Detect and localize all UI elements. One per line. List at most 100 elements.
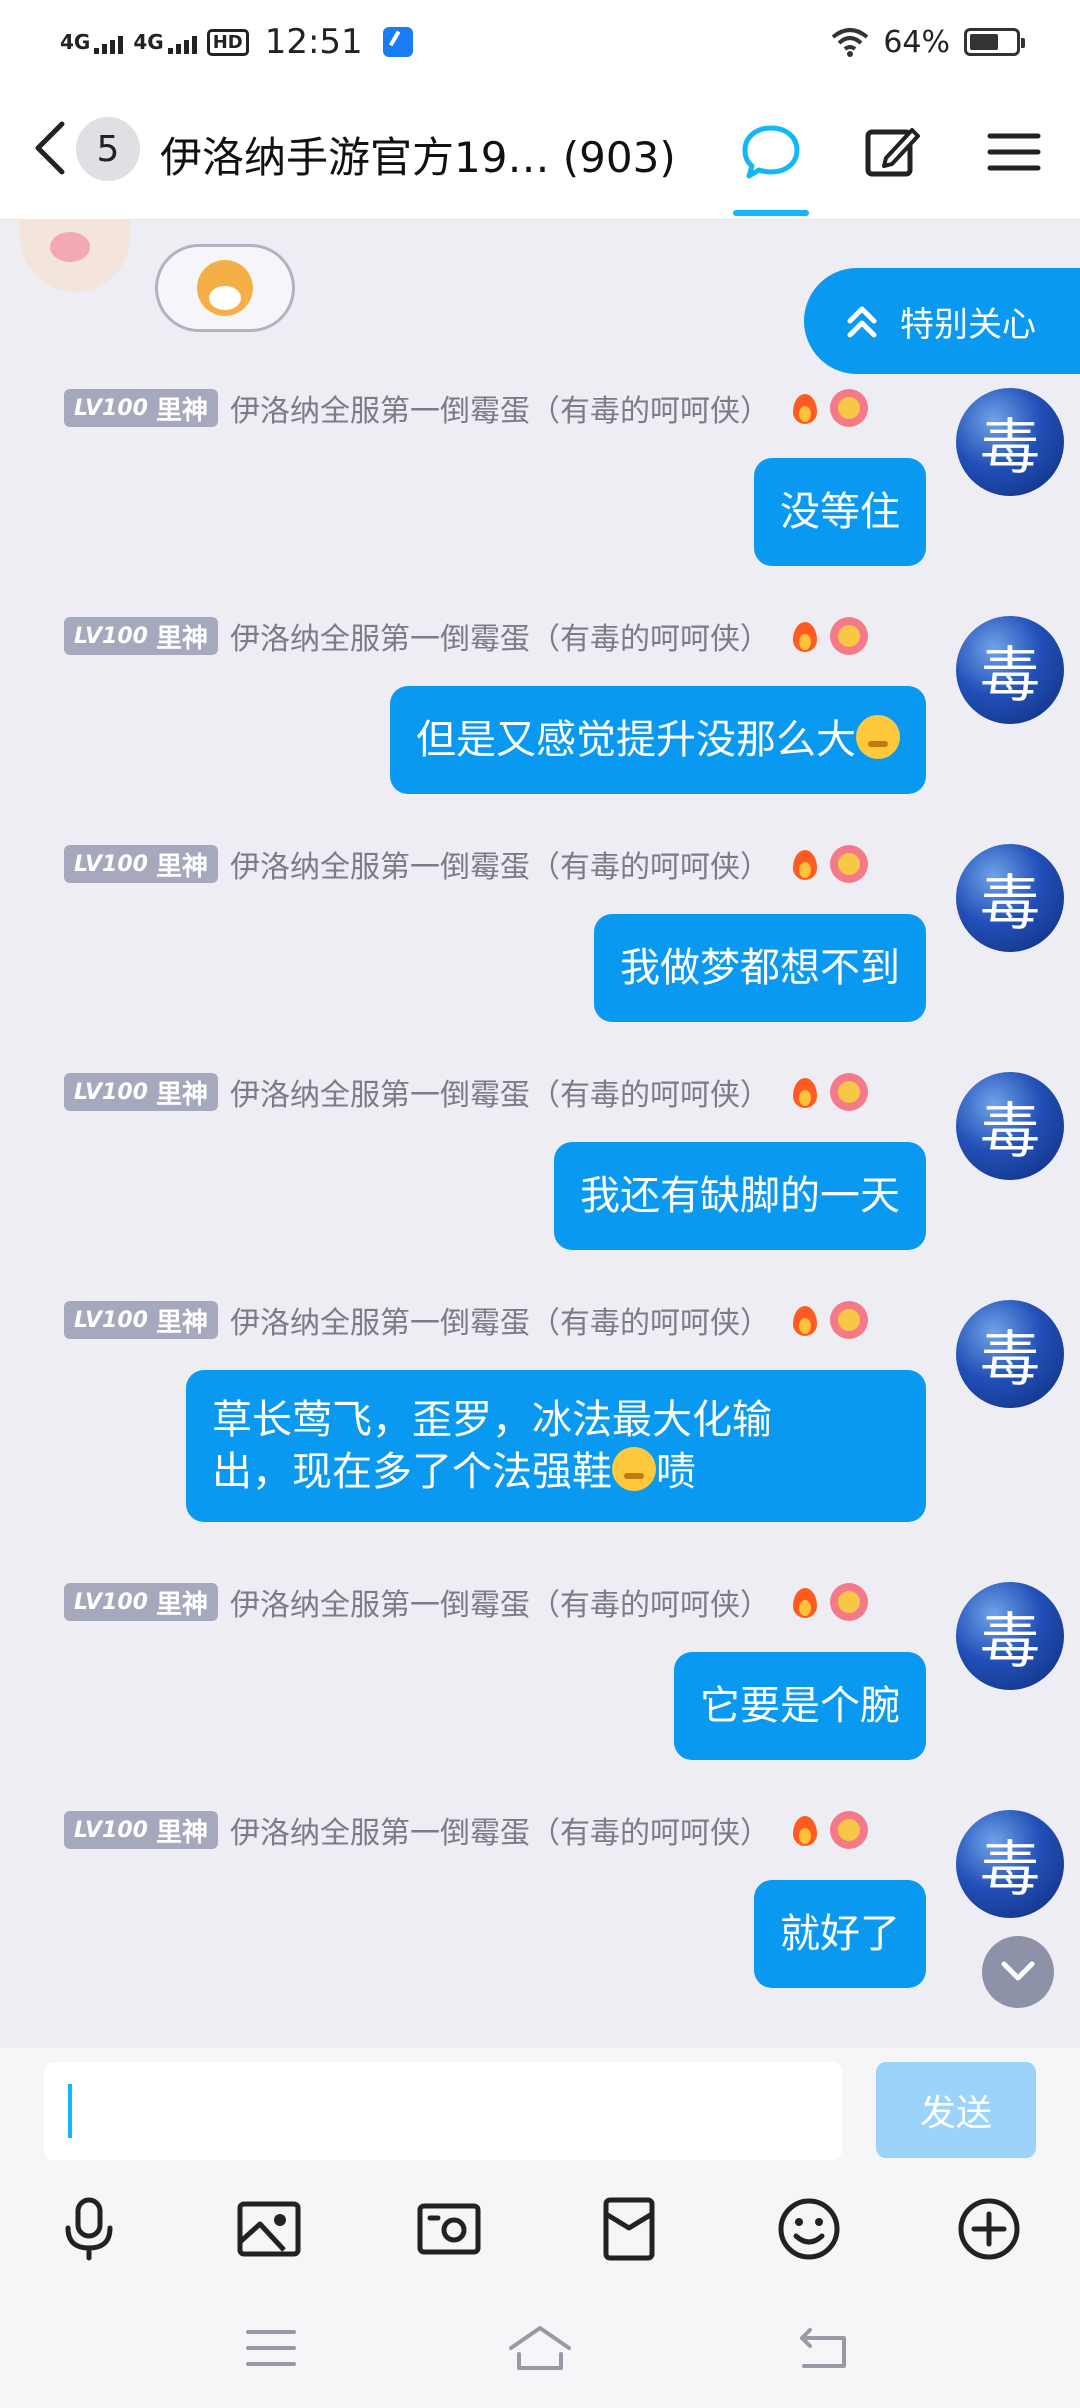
level-text: LV100: [74, 1817, 148, 1843]
sticker-message[interactable]: [155, 244, 295, 332]
battery-percent: 64%: [883, 24, 950, 60]
level-badge[interactable]: LV100 里神: [64, 1073, 218, 1111]
network-type-1: 4G: [60, 30, 91, 54]
camera-icon[interactable]: [414, 2194, 484, 2264]
status-bar: 4G 4G HD 12:51 64%: [0, 0, 1080, 84]
hushed-emoji-icon: [612, 1447, 656, 1491]
back-nav-icon[interactable]: [790, 2318, 860, 2378]
sender-name[interactable]: 伊洛纳全服第一倒霉蛋（有毒的呵呵侠）: [230, 386, 770, 430]
plus-icon[interactable]: [954, 2194, 1024, 2264]
level-badge[interactable]: LV100 里神: [64, 389, 218, 427]
message-meta: LV100 里神 伊洛纳全服第一倒霉蛋（有毒的呵呵侠）: [64, 1070, 910, 1114]
back-button[interactable]: [30, 118, 70, 178]
menu-icon[interactable]: [984, 122, 1044, 182]
level-badge[interactable]: LV100 里神: [64, 1583, 218, 1621]
level-badge[interactable]: LV100 里神: [64, 845, 218, 883]
message-text: 但是又感觉提升没那么大: [416, 717, 856, 763]
message-input[interactable]: [44, 2062, 842, 2160]
text-caret: [68, 2084, 72, 2138]
level-badge[interactable]: LV100 里神: [64, 1301, 218, 1339]
battery-icon: [964, 28, 1025, 56]
microphone-icon[interactable]: [54, 2194, 124, 2264]
message-bubble[interactable]: 但是又感觉提升没那么大: [390, 686, 926, 794]
chat-header: 5 伊洛纳手游官方19… (903): [0, 84, 1080, 220]
flower-icon: [829, 1811, 868, 1849]
level-badge[interactable]: LV100 里神: [64, 1811, 218, 1849]
recent-apps-icon[interactable]: [236, 2318, 306, 2378]
message-bubble[interactable]: 我还有缺脚的一天: [554, 1142, 926, 1250]
hd-voice-icon: HD: [206, 28, 249, 56]
special-care-label: 特别关心: [900, 304, 1036, 345]
rank-text: 里神: [155, 851, 208, 882]
message-bubble[interactable]: 草长莺飞，歪罗，冰法最大化输 出，现在多了个法强鞋啧: [186, 1370, 926, 1522]
rank-text: 里神: [155, 1817, 208, 1848]
fire-icon: [790, 1074, 820, 1110]
image-icon[interactable]: [234, 2194, 304, 2264]
avatar[interactable]: 毒: [956, 1582, 1064, 1690]
message-meta: LV100 里神 伊洛纳全服第一倒霉蛋（有毒的呵呵侠）: [64, 1298, 910, 1342]
status-right: 64%: [831, 24, 1025, 60]
cellular-signal-icon: 4G: [60, 30, 124, 54]
avatar[interactable]: 毒: [956, 1072, 1064, 1180]
level-badge[interactable]: LV100 里神: [64, 617, 218, 655]
fire-icon: [790, 1584, 820, 1620]
status-time: 12:51: [264, 22, 363, 62]
red-packet-icon[interactable]: [594, 2194, 664, 2264]
send-button[interactable]: 发送: [876, 2062, 1036, 2158]
flower-icon: [829, 1073, 868, 1111]
fire-icon: [790, 618, 820, 654]
rank-text: 里神: [155, 1307, 208, 1338]
sender-name[interactable]: 伊洛纳全服第一倒霉蛋（有毒的呵呵侠）: [230, 1808, 770, 1852]
scroll-to-bottom-button[interactable]: [982, 1936, 1054, 2008]
message-bubble[interactable]: 没等住: [754, 458, 926, 566]
message-text: 啧: [656, 1449, 696, 1495]
edit-icon[interactable]: [862, 122, 922, 182]
message-text-line: 出，现在多了个法强鞋啧: [212, 1446, 900, 1498]
fire-icon: [790, 390, 820, 426]
home-icon[interactable]: [505, 2318, 575, 2378]
avatar[interactable]: 毒: [956, 388, 1064, 496]
rank-text: 里神: [155, 623, 208, 654]
flower-icon: [829, 1583, 868, 1621]
avatar[interactable]: 毒: [956, 844, 1064, 952]
message-bubble[interactable]: 我做梦都想不到: [594, 914, 926, 1022]
level-text: LV100: [74, 851, 148, 877]
unread-count-badge[interactable]: 5: [76, 117, 140, 181]
battery-fill: [970, 34, 999, 50]
emoji-icon[interactable]: [774, 2194, 844, 2264]
sender-name[interactable]: 伊洛纳全服第一倒霉蛋（有毒的呵呵侠）: [230, 614, 770, 658]
avatar[interactable]: [20, 220, 130, 292]
message-bubble[interactable]: 就好了: [754, 1880, 926, 1988]
cellular-signal-icon-2: 4G: [133, 30, 197, 54]
flower-icon: [829, 389, 868, 427]
flower-icon: [829, 1301, 868, 1339]
active-tab-indicator: [733, 210, 809, 216]
fire-icon: [790, 1302, 820, 1338]
message-bubble[interactable]: 它要是个腕: [674, 1652, 926, 1760]
level-text: LV100: [74, 1079, 148, 1105]
chat-message-list[interactable]: 特别关心 LV100 里神 伊洛纳全服第一倒霉蛋（有毒的呵呵侠） 毒 没等住 LV…: [0, 220, 1080, 2048]
special-care-button[interactable]: 特别关心: [804, 268, 1080, 374]
sender-name[interactable]: 伊洛纳全服第一倒霉蛋（有毒的呵呵侠）: [230, 1298, 770, 1342]
rank-text: 里神: [155, 395, 208, 426]
message-meta: LV100 里神 伊洛纳全服第一倒霉蛋（有毒的呵呵侠）: [64, 386, 910, 430]
sender-name[interactable]: 伊洛纳全服第一倒霉蛋（有毒的呵呵侠）: [230, 842, 770, 886]
notification-app-icon: [382, 27, 413, 57]
thinking-emoji-icon: [856, 715, 900, 759]
message-meta: LV100 里神 伊洛纳全服第一倒霉蛋（有毒的呵呵侠）: [64, 614, 910, 658]
fire-icon: [790, 1812, 820, 1848]
fire-icon: [790, 846, 820, 882]
chat-bubble-icon[interactable]: [741, 122, 801, 182]
sender-name[interactable]: 伊洛纳全服第一倒霉蛋（有毒的呵呵侠）: [230, 1070, 770, 1114]
sender-name[interactable]: 伊洛纳全服第一倒霉蛋（有毒的呵呵侠）: [230, 1580, 770, 1624]
avatar[interactable]: 毒: [956, 616, 1064, 724]
avatar[interactable]: 毒: [956, 1810, 1064, 1918]
level-text: LV100: [74, 1589, 148, 1615]
avatar[interactable]: 毒: [956, 1300, 1064, 1408]
double-chevron-up-icon: [847, 306, 877, 338]
chat-title[interactable]: 伊洛纳手游官方19… (903): [160, 124, 676, 185]
system-navigation-bar: [0, 2280, 1080, 2408]
dog-sticker-icon: [197, 260, 253, 316]
flower-icon: [829, 845, 868, 883]
network-type-2: 4G: [133, 30, 164, 54]
